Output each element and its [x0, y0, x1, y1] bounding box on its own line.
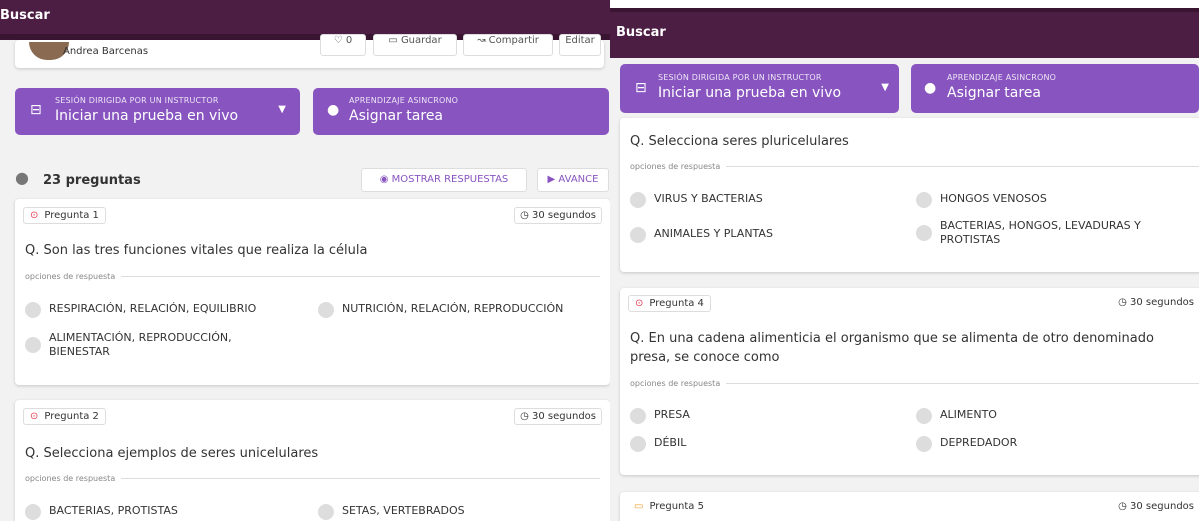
answer-option: PRESA	[630, 408, 900, 424]
option-circle	[318, 504, 334, 520]
question-count: 23 preguntas	[43, 173, 141, 188]
option-circle	[318, 302, 334, 318]
left-panel: Buscar Andrea Barcenas ♡ 0 ▭ Guardar ↝ C…	[0, 0, 610, 521]
presentation-icon: ⊟	[30, 102, 42, 118]
answer-option: VIRUS Y BACTERIAS	[630, 192, 900, 208]
answer-option: SETAS, VERTEBRADOS	[318, 504, 588, 520]
timer-badge: ◷ 30 segundos	[1113, 499, 1199, 514]
share-icon: ↝	[477, 35, 489, 46]
top-bar: Buscar	[610, 8, 1199, 58]
answer-option: ALIMENTACIÓN, REPRODUCCIÓN, BIENESTAR	[25, 331, 255, 359]
target-icon: ⊙	[30, 210, 39, 221]
question-text: Q. En una cadena alimenticia el organism…	[630, 331, 1154, 365]
question-card: ⊙ Pregunta 4 ◷ 30 segundos Q. En una cade…	[620, 288, 1199, 475]
target-icon: ⊙	[30, 411, 39, 422]
clock-icon: ◷	[520, 210, 533, 221]
target-icon: ⊙	[635, 298, 644, 309]
presentation-icon: ⊟	[635, 80, 647, 96]
clock-icon: ●	[327, 102, 340, 118]
slide-icon: ▭	[634, 501, 644, 512]
question-text: Q. Selecciona seres pluricelulares	[630, 134, 849, 149]
option-circle	[25, 504, 41, 520]
answer-option: NUTRICIÓN, RELACIÓN, REPRODUCCIÓN	[318, 302, 588, 318]
like-button[interactable]: ♡ 0	[320, 34, 366, 56]
question-text: Q. Selecciona ejemplos de seres unicelul…	[25, 446, 319, 461]
question-badge: ▭ Pregunta 5	[628, 499, 710, 514]
preview-button[interactable]: ▶ AVANCE	[537, 168, 609, 192]
live-quiz-button[interactable]: ⊟ SESIÓN DIRIGIDA POR UN INSTRUCTOR Inic…	[15, 88, 300, 135]
options-label: opciones de respuesta	[630, 379, 1199, 388]
timer-badge: ◷ 30 segundos	[514, 408, 602, 425]
answer-option: RESPIRACIÓN, RELACIÓN, EQUILIBRIO	[25, 302, 295, 318]
search-link[interactable]: Buscar	[616, 25, 666, 40]
save-button[interactable]: ▭ Guardar	[373, 34, 457, 56]
option-circle	[630, 227, 646, 243]
option-circle	[25, 337, 41, 353]
question-card: Q. Selecciona seres pluricelulares opcio…	[620, 118, 1199, 272]
play-icon: ▶	[547, 174, 559, 185]
folder-icon: ▭	[388, 35, 401, 46]
author-card: Andrea Barcenas ♡ 0 ▭ Guardar ↝ Comparti…	[15, 34, 604, 68]
option-circle	[916, 436, 932, 452]
assign-homework-button[interactable]: ● APRENDIZAJE ASINCRONO Asignar tarea	[313, 88, 609, 135]
answer-option: DÉBIL	[630, 436, 900, 452]
options-label: opciones de respuesta	[630, 162, 1199, 171]
eye-icon: ◉	[379, 174, 392, 185]
answer-option: DEPREDADOR	[916, 436, 1186, 452]
question-badge: ⊙ Pregunta 1	[23, 207, 106, 224]
show-answers-button[interactable]: ◉ MOSTRAR RESPUESTAS	[361, 168, 527, 192]
clock-icon: ◷	[1118, 297, 1131, 308]
option-circle	[916, 408, 932, 424]
timer-badge: ◷ 30 segundos	[1113, 295, 1199, 310]
option-circle	[630, 436, 646, 452]
caret-down-icon: ▼	[278, 104, 286, 115]
option-circle	[916, 225, 932, 241]
option-circle	[916, 192, 932, 208]
question-card: ▭ Pregunta 5 ◷ 30 segundos	[620, 492, 1199, 521]
right-panel: Buscar ⊟ SESIÓN DIRIGIDA POR UN INSTRUCT…	[610, 0, 1199, 521]
live-quiz-button[interactable]: ⊟ SESIÓN DIRIGIDA POR UN INSTRUCTOR Inic…	[620, 64, 899, 113]
timer-badge: ◷ 30 segundos	[514, 207, 602, 224]
author-name: Andrea Barcenas	[63, 46, 149, 57]
question-card: ⊙ Pregunta 2 ◷ 30 segundos Q. Selecciona …	[15, 400, 610, 521]
option-circle	[25, 302, 41, 318]
answer-option: ANIMALES Y PLANTAS	[630, 227, 900, 243]
options-label: opciones de respuesta	[25, 272, 600, 281]
answer-option: HONGOS VENOSOS	[916, 192, 1186, 208]
clock-icon: ◷	[520, 411, 533, 422]
question-card: ⊙ Pregunta 1 ◷ 30 segundos Q. Son las tre…	[15, 199, 610, 385]
search-link[interactable]: Buscar	[0, 8, 50, 23]
heart-icon: ♡	[333, 35, 346, 46]
caret-down-icon: ▼	[881, 82, 889, 93]
question-badge: ⊙ Pregunta 4	[628, 295, 711, 312]
answer-option: ALIMENTO	[916, 408, 1186, 424]
edit-button[interactable]: Editar	[559, 34, 601, 56]
answer-option: BACTERIAS, PROTISTAS	[25, 504, 295, 520]
clock-icon: ◷	[1118, 501, 1131, 512]
questions-icon: ●	[15, 168, 29, 187]
option-circle	[630, 192, 646, 208]
question-badge: ⊙ Pregunta 2	[23, 408, 106, 425]
option-circle	[630, 408, 646, 424]
share-button[interactable]: ↝ Compartir	[463, 34, 553, 56]
question-text: Q. Son las tres funciones vitales que re…	[25, 243, 368, 258]
options-label: opciones de respuesta	[25, 474, 600, 483]
assign-homework-button[interactable]: ● APRENDIZAJE ASINCRONO Asignar tarea	[911, 64, 1199, 113]
clock-icon: ●	[924, 80, 937, 96]
answer-option: BACTERIAS, HONGOS, LEVADURAS Y PROTISTAS	[916, 219, 1156, 247]
